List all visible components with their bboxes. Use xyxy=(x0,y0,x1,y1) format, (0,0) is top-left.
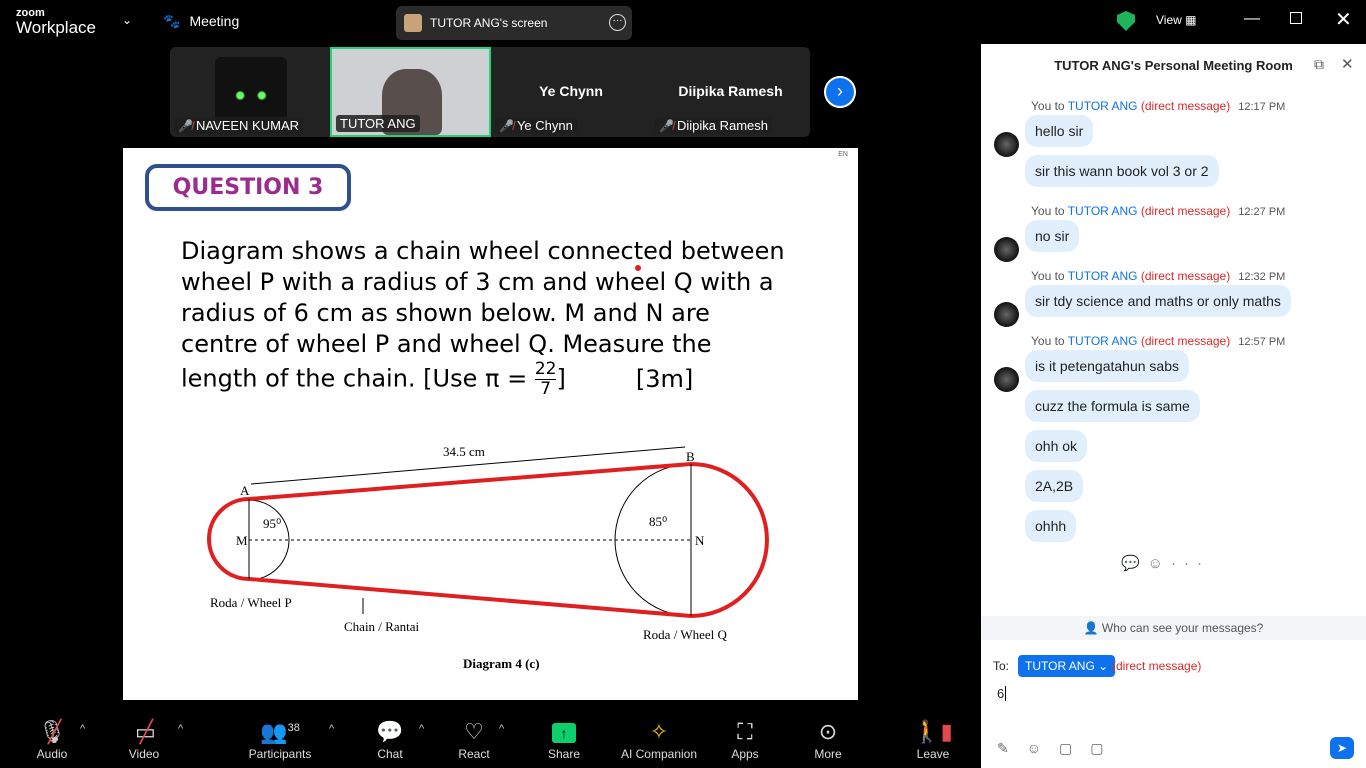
more-button[interactable]: ⊙ More xyxy=(808,705,848,768)
video-off-icon: ▭╱ xyxy=(134,719,156,744)
chat-message[interactable]: ohhh xyxy=(1025,510,1077,542)
participant-tile-active[interactable]: TUTOR ANG xyxy=(330,47,491,137)
leave-button[interactable]: 🚶▮ Leave xyxy=(913,705,953,768)
point-a: A xyxy=(240,483,250,498)
meeting-toolbar: 🎙╱ Audio ^ ▭╱ Video ^ 👥38 Participants ^ 💬 C… xyxy=(0,705,981,768)
diagram-caption: Diagram 4 (c) xyxy=(463,656,540,671)
chat-panel: TUTOR ANG's Personal Meeting Room ⧉ ✕ Yo… xyxy=(981,44,1366,768)
popout-icon[interactable]: ⧉ xyxy=(1314,56,1324,73)
audio-button[interactable]: 🎙╱ Audio xyxy=(30,705,74,768)
wheel-p-label: Roda / Wheel P xyxy=(210,595,292,610)
point-n: N xyxy=(695,533,705,548)
share-icon: ↑ xyxy=(552,723,576,743)
view-button[interactable]: View ▦ xyxy=(1156,13,1196,27)
chat-message[interactable]: sir tdy science and maths or only maths xyxy=(1025,285,1291,317)
video-caret[interactable]: ^ xyxy=(178,723,183,735)
chat-input[interactable]: 6 xyxy=(997,686,1007,701)
next-page-button[interactable]: › xyxy=(824,76,856,108)
participant-tile[interactable]: 🎤̸ NAVEEN KUMAR xyxy=(170,47,330,137)
minimize-button[interactable]: — xyxy=(1244,10,1260,28)
participant-tile[interactable]: Diipika Ramesh 🎤̸ Diipika Ramesh xyxy=(651,47,810,137)
message-actions[interactable]: 💬☺··· xyxy=(1121,554,1210,572)
sender-avatar xyxy=(994,302,1019,327)
sender-avatar xyxy=(994,367,1019,392)
who-can-see-link[interactable]: 👤 Who can see your messages? xyxy=(981,616,1366,640)
compose-tools[interactable]: ✎☺▢▢ xyxy=(997,740,1121,757)
sender-avatar xyxy=(994,237,1019,262)
participant-strip: 🎤̸ NAVEEN KUMAR TUTOR ANG Ye Chynn 🎤̸ Ye C… xyxy=(170,47,810,137)
close-button[interactable]: ✕ xyxy=(1335,7,1352,32)
chat-message[interactable]: ohh ok xyxy=(1025,430,1088,462)
wheel-q-label: Roda / Wheel Q xyxy=(643,627,727,642)
chat-message[interactable]: hello sir xyxy=(1025,115,1094,147)
send-button[interactable]: ➤ xyxy=(1330,737,1354,759)
leave-icon: 🚶▮ xyxy=(913,719,953,744)
heart-icon: ♡ xyxy=(464,719,484,744)
more-options-icon[interactable]: ··· xyxy=(609,14,626,31)
react-caret[interactable]: ^ xyxy=(499,723,504,735)
angle-n: 85⁰ xyxy=(649,514,667,529)
mic-muted-icon: 🎤̸ xyxy=(659,118,674,133)
message-header: You to TUTOR ANG (direct message) 12:17 P… xyxy=(1031,99,1286,113)
mic-muted-icon: 🎤̸ xyxy=(178,118,193,133)
more-icon: ⊙ xyxy=(818,719,838,744)
chat-message[interactable]: 2A,2B xyxy=(1025,470,1084,502)
meeting-button[interactable]: 🐾 Meeting xyxy=(163,13,239,30)
video-button[interactable]: ▭╱ Video xyxy=(122,705,166,768)
message-header: You to TUTOR ANG (direct message) 12:27 P… xyxy=(1031,204,1286,218)
length-label: 34.5 cm xyxy=(443,444,485,459)
recipient-note: (direct message) xyxy=(1112,659,1202,673)
ai-companion-button[interactable]: ✧ AI Companion xyxy=(615,705,703,768)
chat-button[interactable]: 💬 Chat xyxy=(370,705,410,768)
apps-icon: ⛶ xyxy=(737,719,753,744)
react-button[interactable]: ♡ React xyxy=(454,705,494,768)
chain-wheel-diagram: 34.5 cm A B M N 95⁰ 85⁰ Roda / Wheel P R… xyxy=(207,444,769,671)
close-chat-icon[interactable]: ✕ xyxy=(1341,55,1354,73)
participants-icon: 👥38 xyxy=(260,719,300,744)
chat-message[interactable]: sir this wann book vol 3 or 2 xyxy=(1025,155,1219,187)
message-header: You to TUTOR ANG (direct message) 12:32 P… xyxy=(1031,269,1286,283)
audio-caret[interactable]: ^ xyxy=(80,723,85,735)
chat-message[interactable]: no sir xyxy=(1025,220,1080,252)
share-indicator[interactable]: TUTOR ANG's screen ··· xyxy=(396,6,632,40)
to-label: To: xyxy=(993,659,1010,673)
participants-caret[interactable]: ^ xyxy=(329,723,334,735)
chat-message[interactable]: cuzz the formula is same xyxy=(1025,390,1200,422)
chat-message[interactable]: is it petengatahun sabs xyxy=(1025,350,1189,382)
chat-title: TUTOR ANG's Personal Meeting Room xyxy=(1054,58,1293,73)
paw-icon: 🐾 xyxy=(163,13,181,29)
point-m: M xyxy=(236,533,248,548)
share-title: TUTOR ANG's screen xyxy=(430,16,548,30)
chevron-down-icon[interactable]: ⌄ xyxy=(122,13,132,27)
mic-muted-icon: 🎙╱ xyxy=(38,719,66,744)
share-button[interactable]: ↑ Share xyxy=(544,705,584,768)
pointer-dot xyxy=(635,265,641,271)
angle-m: 95⁰ xyxy=(263,516,281,531)
chain-label: Chain / Rantai xyxy=(344,619,419,634)
mic-muted-icon: 🎤̸ xyxy=(499,118,514,133)
logo: Workplace xyxy=(16,18,96,37)
sparkle-icon: ✧ xyxy=(649,719,669,744)
recipient-dropdown[interactable]: TUTOR ANG ⌄ xyxy=(1018,655,1116,677)
participants-button[interactable]: 👥38 Participants xyxy=(240,705,320,768)
sender-avatar xyxy=(994,132,1019,157)
participant-tile[interactable]: Ye Chynn 🎤̸ Ye Chynn xyxy=(491,47,651,137)
chat-icon: 💬 xyxy=(376,719,404,744)
chat-caret[interactable]: ^ xyxy=(419,723,424,735)
apps-button[interactable]: ⛶ Apps xyxy=(725,705,765,768)
message-header: You to TUTOR ANG (direct message) 12:57 P… xyxy=(1031,334,1286,348)
point-b: B xyxy=(686,449,695,464)
shared-slide: EN QUESTION 3 Diagram shows a chain whee… xyxy=(123,148,858,700)
maximize-button[interactable] xyxy=(1290,12,1302,24)
presenter-avatar xyxy=(404,14,422,32)
